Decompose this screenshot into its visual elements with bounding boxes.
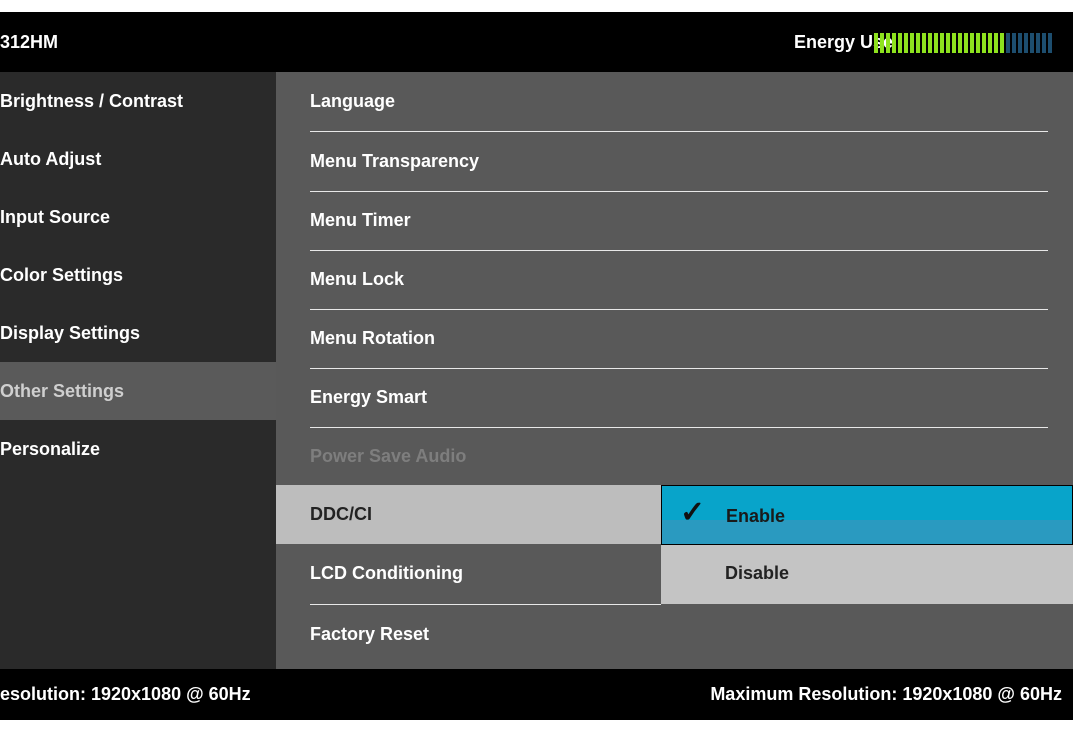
option-enable[interactable]: ✓ Enable xyxy=(661,485,1073,545)
energy-meter-bar xyxy=(886,33,890,53)
energy-meter-bar xyxy=(1036,33,1040,53)
energy-meter-bar xyxy=(1000,33,1004,53)
setting-menu-timer[interactable]: Menu Timer xyxy=(310,191,1048,251)
energy-meter-bar xyxy=(1012,33,1016,53)
setting-menu-transparency[interactable]: Menu Transparency xyxy=(310,132,1048,192)
energy-meter-bar xyxy=(928,33,932,53)
energy-meter-bar xyxy=(976,33,980,53)
setting-energy-smart[interactable]: Energy Smart xyxy=(310,368,1048,428)
nav-item-personalize[interactable]: Personalize xyxy=(0,420,276,478)
energy-meter-bar xyxy=(934,33,938,53)
energy-meter-bar xyxy=(988,33,992,53)
current-resolution: esolution: 1920x1080 @ 60Hz xyxy=(0,684,251,704)
checkmark-icon: ✓ xyxy=(680,496,706,529)
option-disable-background xyxy=(661,545,1073,604)
energy-meter-bar xyxy=(874,33,878,53)
highlight-band xyxy=(662,486,1072,520)
energy-meter-bar xyxy=(946,33,950,53)
nav-item-other-settings[interactable]: Other Settings xyxy=(0,362,276,420)
energy-meter-bar xyxy=(1006,33,1010,53)
main-menu: Brightness / Contrast Auto Adjust Input … xyxy=(0,72,276,669)
energy-meter-bar xyxy=(958,33,962,53)
energy-meter-bar xyxy=(922,33,926,53)
nav-item-brightness-contrast[interactable]: Brightness / Contrast xyxy=(0,72,276,130)
energy-meter-bar xyxy=(952,33,956,53)
other-settings-panel: Language Menu Transparency Menu Timer Me… xyxy=(276,72,1073,669)
energy-meter-bar xyxy=(1042,33,1046,53)
setting-menu-rotation[interactable]: Menu Rotation xyxy=(310,309,1048,369)
energy-meter-bar xyxy=(964,33,968,53)
energy-meter-bar xyxy=(910,33,914,53)
energy-meter-bar xyxy=(940,33,944,53)
nav-item-input-source[interactable]: Input Source xyxy=(0,188,276,246)
setting-ddc-ci[interactable]: DDC/CI xyxy=(276,485,661,544)
energy-meter-bar xyxy=(1030,33,1034,53)
maximum-resolution: Maximum Resolution: 1920x1080 @ 60Hz xyxy=(710,684,1062,704)
energy-meter-bar xyxy=(970,33,974,53)
energy-meter-bar xyxy=(880,33,884,53)
setting-language[interactable]: Language xyxy=(310,72,1048,132)
energy-use-meter xyxy=(874,33,1056,53)
energy-meter-bar xyxy=(904,33,908,53)
energy-meter-bar xyxy=(994,33,998,53)
setting-menu-lock[interactable]: Menu Lock xyxy=(310,250,1048,310)
monitor-model: 312HM xyxy=(0,32,59,52)
energy-meter-bar xyxy=(1024,33,1028,53)
option-disable[interactable]: Disable xyxy=(661,545,1073,620)
option-enable-label: Enable xyxy=(726,506,786,526)
setting-power-save-audio: Power Save Audio xyxy=(310,446,467,466)
energy-meter-bar xyxy=(916,33,920,53)
osd-menu: 312HM Energy Use Brightness / Contrast A… xyxy=(0,12,1073,720)
footer-bar: esolution: 1920x1080 @ 60Hz Maximum Reso… xyxy=(0,669,1073,720)
nav-item-display-settings[interactable]: Display Settings xyxy=(0,304,276,362)
header-bar: 312HM Energy Use xyxy=(0,12,1073,72)
nav-item-auto-adjust[interactable]: Auto Adjust xyxy=(0,130,276,188)
energy-meter-bar xyxy=(982,33,986,53)
energy-meter-bar xyxy=(892,33,896,53)
nav-item-color-settings[interactable]: Color Settings xyxy=(0,246,276,304)
ddc-ci-options: ✓ Enable Disable xyxy=(661,485,1073,620)
setting-ddc-ci-label: DDC/CI xyxy=(310,504,372,524)
energy-meter-bar xyxy=(1048,33,1052,53)
energy-meter-bar xyxy=(898,33,902,53)
energy-meter-bar xyxy=(1018,33,1022,53)
option-disable-label: Disable xyxy=(725,563,790,583)
